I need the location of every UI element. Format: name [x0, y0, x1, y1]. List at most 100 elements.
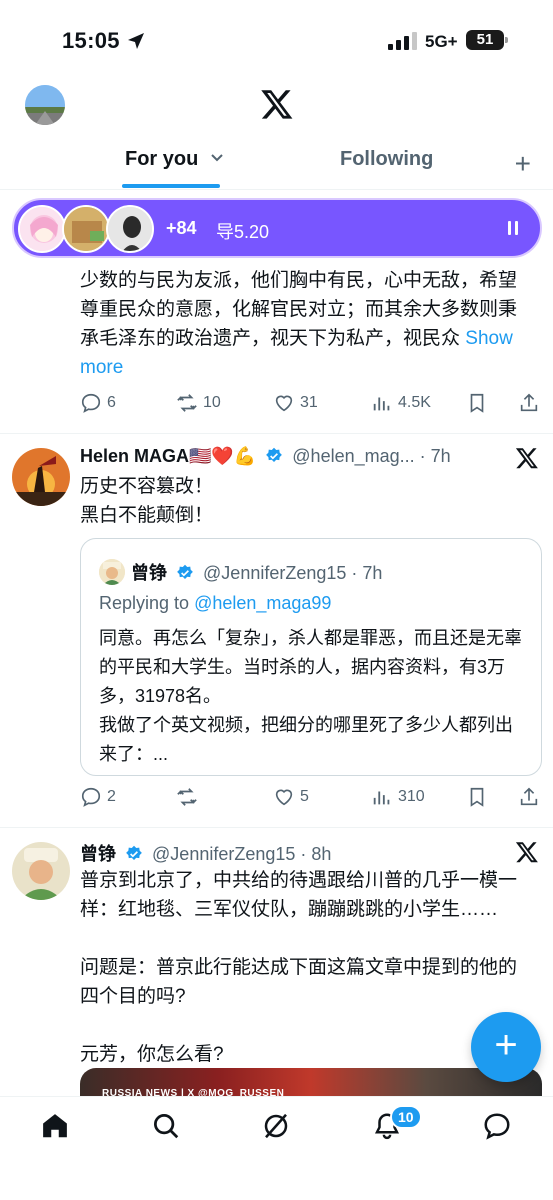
quoted-author-line: 曾铮 @JenniferZeng15 · 7h — [131, 559, 382, 585]
x-logo-icon[interactable] — [260, 87, 294, 121]
share-icon — [520, 393, 538, 412]
space-speaker-avatar — [106, 205, 154, 253]
quoted-tweet-time: · 7h — [351, 563, 383, 583]
author-name[interactable]: 曾铮 — [80, 844, 116, 864]
tweet[interactable]: 曾铮 @JenniferZeng15 · 8h 普京到北京了，中共给的待遇跟给川… — [0, 828, 553, 1108]
clock: 15:05 — [62, 28, 120, 53]
verified-badge-icon — [266, 447, 283, 462]
views-button[interactable]: 4.5K — [371, 392, 431, 414]
reply-icon — [81, 787, 101, 807]
tweet-paragraph: 问题是：普京此行能达成下面这篇文章中提到的他的四个目的吗? — [80, 957, 518, 1007]
tweet-author-line: Helen MAGA🇺🇸❤️💪 @helen_mag... · 7h — [80, 446, 520, 467]
tweet-text: 历史不容篡改！ 黑白不能颠倒！ — [80, 472, 530, 530]
bookmark-icon — [470, 393, 484, 413]
verified-badge-icon — [126, 845, 142, 860]
author-handle[interactable]: @helen_mag... — [292, 446, 414, 466]
like-button[interactable]: 5 — [273, 786, 309, 808]
repost-button[interactable] — [176, 786, 203, 808]
share-button[interactable] — [518, 392, 545, 414]
replying-to-label: Replying to — [99, 593, 195, 613]
quoted-tweet[interactable]: 曾铮 @JenniferZeng15 · 7h Replying to @hel… — [80, 538, 542, 776]
landscape-photo — [25, 85, 65, 125]
heart-icon — [275, 395, 293, 412]
quoted-tweet-text: 同意。再怎么「复杂」，杀人都是罪恶，而且还是无辜的平民和大学生。当时杀的人，据内… — [99, 624, 529, 769]
tweet[interactable]: Helen MAGA🇺🇸❤️💪 @helen_mag... · 7h 历史不容篡… — [0, 434, 553, 828]
battery-icon: 51 — [466, 30, 508, 50]
space-title: 导5.20 — [216, 222, 270, 242]
author-name[interactable]: Helen MAGA🇺🇸❤️💪 — [80, 446, 256, 466]
bookmark-icon — [470, 787, 484, 807]
replying-to-handle-link[interactable]: @helen_maga99 — [194, 593, 331, 613]
share-button[interactable] — [518, 786, 545, 808]
notifications-badge: 10 — [390, 1105, 422, 1129]
space-listener-count: +84 — [166, 218, 197, 238]
space-speaker-avatar — [62, 205, 110, 253]
network-type: 5G+ — [425, 32, 458, 51]
reply-button[interactable]: 2 — [80, 786, 116, 808]
active-tab-indicator — [122, 184, 220, 188]
person-avatar-image — [108, 207, 152, 251]
views-button[interactable]: 310 — [371, 786, 425, 808]
quoted-text-line: 同意。再怎么「复杂」，杀人都是罪恶，而且还是无辜的平民和大学生。当时杀的人，据内… — [99, 628, 522, 706]
tweet[interactable]: 少数的与民为友派，他们胸中有民，心中无敌，希望尊重民众的意愿，化解官民对立；而其… — [0, 258, 553, 434]
reply-count: 6 — [107, 394, 116, 411]
add-timeline-plus-icon[interactable]: + — [515, 150, 531, 178]
status-bar: 15:05 5G+ 51 — [0, 0, 553, 80]
x-logo-icon — [515, 448, 538, 469]
tweet-line: 黑白不能颠倒！ — [80, 505, 214, 526]
bottom-navigation: 10 — [0, 1096, 553, 1200]
tweet-actions: 2 5 310 — [80, 786, 542, 814]
tab-following[interactable]: Following — [340, 148, 433, 171]
view-count: 310 — [398, 788, 425, 805]
views-chart-icon — [373, 791, 390, 805]
live-space-banner[interactable]: +84 导5.20 — [12, 198, 542, 258]
tweet-time: · 8h — [300, 844, 332, 864]
reply-button[interactable]: 6 — [80, 392, 116, 414]
repost-icon — [177, 788, 197, 806]
author-avatar[interactable] — [12, 448, 70, 506]
quoted-author-avatar — [99, 559, 125, 585]
replying-to: Replying to @helen_maga99 — [99, 593, 331, 614]
home-icon[interactable] — [40, 1111, 70, 1141]
repost-count: 10 — [203, 394, 221, 411]
repost-icon — [177, 394, 197, 412]
profile-avatar[interactable] — [25, 85, 65, 125]
search-icon[interactable] — [151, 1111, 181, 1141]
quoted-text-line: 我做了个英文视频，把细分的哪里死了多少人都列出来了：... — [99, 715, 513, 764]
quoted-author-name: 曾铮 — [131, 563, 167, 583]
bookmark-button[interactable] — [466, 392, 493, 414]
share-icon — [520, 787, 538, 806]
space-host-avatar — [18, 205, 66, 253]
tweet-time: · 7h — [419, 446, 451, 466]
author-avatar[interactable] — [12, 842, 70, 900]
person-avatar-image — [99, 559, 125, 585]
like-button[interactable]: 31 — [273, 392, 318, 414]
views-chart-icon — [373, 397, 390, 411]
chevron-down-icon — [211, 154, 223, 162]
repost-button[interactable]: 10 — [176, 392, 221, 414]
grok-icon[interactable] — [261, 1111, 291, 1141]
bookmark-button[interactable] — [466, 786, 493, 808]
tab-for-you[interactable]: For you — [125, 148, 224, 171]
reply-count: 2 — [107, 788, 116, 805]
compose-post-button[interactable]: + — [471, 1012, 541, 1082]
messages-icon[interactable] — [482, 1111, 512, 1141]
sunset-silhouette-avatar — [12, 448, 70, 506]
tweet-line: 历史不容篡改！ — [80, 476, 214, 497]
anime-avatar-image — [20, 207, 64, 251]
pause-icon[interactable] — [506, 220, 520, 236]
tweet-paragraph: 元芳，你怎么看? — [80, 1044, 224, 1065]
tweet-text: 普京到北京了，中共给的待遇跟给川普的几乎一模一样：红地毯、三军仪仗队，蹦蹦跳跳的… — [80, 866, 532, 1069]
tweet-actions: 6 10 31 4.5K — [80, 392, 542, 420]
tweet-body: 少数的与民为友派，他们胸中有民，心中无敌，希望尊重民众的意愿，化解官民对立；而其… — [80, 270, 518, 349]
box-avatar-image — [64, 207, 108, 251]
location-arrow-icon — [128, 33, 144, 49]
verified-badge-icon — [177, 564, 193, 579]
view-count: 4.5K — [398, 394, 431, 411]
author-handle[interactable]: @JenniferZeng15 — [152, 844, 295, 864]
tweet-text: 少数的与民为友派，他们胸中有民，心中无敌，希望尊重民众的意愿，化解官民对立；而其… — [80, 266, 532, 382]
person-avatar-image — [12, 842, 70, 900]
heart-icon — [275, 789, 293, 806]
timeline-tabs: For you Following + — [0, 138, 553, 190]
reply-icon — [81, 393, 101, 413]
